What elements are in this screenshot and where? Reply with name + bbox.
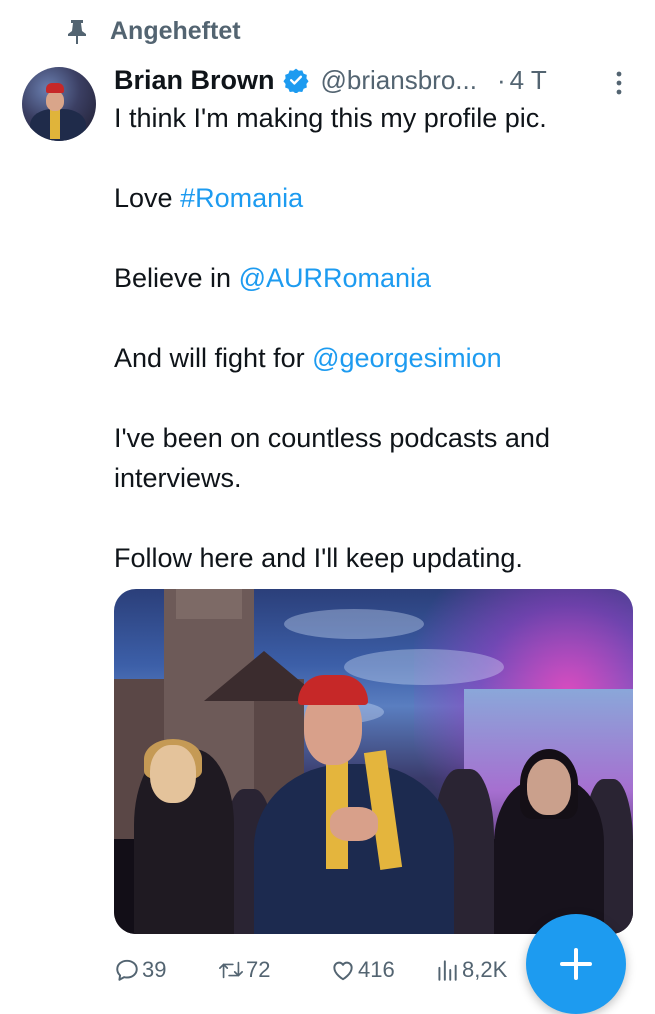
plus-icon — [560, 948, 592, 980]
like-button[interactable]: 416 — [330, 950, 395, 990]
tweet-line-believe: Believe in @AURRomania — [114, 258, 634, 298]
pinned-indicator: Angeheftet — [66, 14, 241, 48]
reply-icon — [116, 959, 138, 981]
more-vertical-icon[interactable] — [612, 70, 626, 96]
tweet-line-fight: And will fight for @georgesimion — [114, 338, 634, 378]
separator-dot: · — [496, 64, 506, 95]
believe-text: Believe in — [114, 263, 239, 293]
pinned-label: Angeheftet — [110, 16, 241, 45]
views-icon — [438, 960, 457, 981]
views-button[interactable]: 8,2K — [434, 950, 507, 990]
reply-button[interactable]: 39 — [114, 950, 166, 990]
pin-icon — [68, 20, 86, 44]
tweet-actions: 39 72 416 8,2K — [114, 950, 534, 990]
love-text: Love — [114, 183, 181, 213]
tweet-line-podcasts: I've been on countless podcasts and inte… — [114, 423, 550, 493]
tweet-line-1: I think I'm making this my profile pic. — [114, 103, 547, 133]
tweet-time[interactable]: 4 T — [510, 65, 547, 96]
author-name[interactable]: Brian Brown — [114, 65, 275, 96]
fight-text: And will fight for — [114, 343, 313, 373]
author-handle[interactable]: @briansbro... — [321, 65, 477, 96]
verified-badge-icon[interactable] — [282, 67, 309, 93]
mention-georgesimion[interactable]: @georgesimion — [312, 343, 502, 373]
retweet-icon — [219, 961, 243, 979]
mention-aurromania[interactable]: @AURRomania — [239, 263, 431, 293]
tweet-text: I think I'm making this my profile pic. … — [114, 98, 634, 578]
tweet-line-follow: Follow here and I'll keep updating. — [114, 543, 523, 573]
tweet-line-love: Love #Romania — [114, 178, 634, 218]
compose-button[interactable] — [526, 914, 626, 1014]
heart-icon — [333, 961, 353, 981]
tweet-photo[interactable] — [114, 589, 633, 934]
views-count: 8,2K — [462, 957, 508, 982]
retweet-button[interactable]: 72 — [218, 950, 270, 990]
hashtag-romania[interactable]: #Romania — [180, 183, 303, 213]
reply-count: 39 — [142, 957, 167, 982]
avatar[interactable] — [22, 67, 96, 141]
like-count: 416 — [358, 957, 395, 982]
tweet-header: Brian Brown @briansbro... · 4 T — [114, 60, 634, 100]
retweet-count: 72 — [246, 957, 271, 982]
